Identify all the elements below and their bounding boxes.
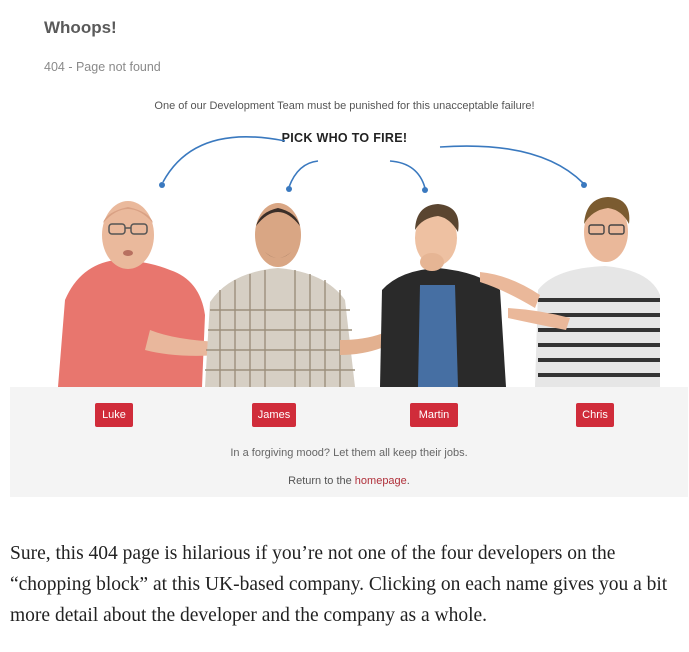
homepage-link[interactable]: homepage: [355, 475, 407, 487]
return-suffix: .: [406, 475, 410, 487]
developer-martin-figure: [380, 204, 506, 387]
arrow-to-james: [288, 160, 319, 188]
tagline: One of our Development Team must be puni…: [154, 100, 535, 112]
fire-chris-button[interactable]: Chris: [576, 403, 614, 427]
article-caption: Sure, this 404 page is hilarious if you’…: [10, 543, 668, 626]
developer-luke-figure: [58, 201, 220, 387]
developer-james-figure: [205, 203, 395, 387]
fire-james-button[interactable]: James: [252, 403, 296, 427]
arrow-tip-luke: [159, 182, 165, 188]
developer-chris-figure: [480, 197, 660, 387]
page-subtitle: 404 - Page not found: [44, 60, 161, 74]
arrow-tip-chris: [581, 182, 587, 188]
fire-luke-button[interactable]: Luke: [95, 403, 133, 427]
team-photo: [58, 197, 660, 387]
fire-martin-button[interactable]: Martin: [410, 403, 458, 427]
forgiving-text: In a forgiving mood? Let them all keep t…: [230, 447, 468, 459]
page-title: Whoops!: [44, 18, 117, 37]
arrow-to-luke: [162, 135, 286, 183]
arrow-to-martin: [389, 160, 426, 189]
arrow-to-chris: [439, 145, 584, 184]
return-line: Return to the homepage.: [10, 475, 688, 487]
curved-arrows: [159, 135, 587, 193]
return-prefix: Return to the: [288, 475, 355, 487]
